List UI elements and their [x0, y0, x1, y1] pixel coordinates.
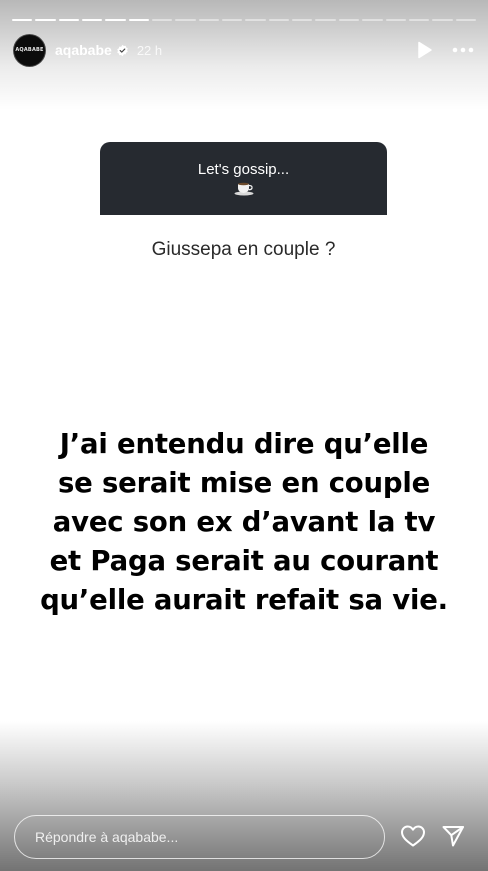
- avatar-logo-text: AQABABE: [15, 47, 44, 53]
- main-text-line: et Paga serait au courant: [49, 545, 439, 577]
- question-sticker: Let's gossip...: [100, 142, 387, 215]
- reply-field[interactable]: [14, 815, 385, 859]
- progress-segment: [222, 19, 243, 21]
- story-main-text: J’ai entendu dire qu’elle se serait mise…: [20, 425, 468, 620]
- story-view[interactable]: AQABABE aqababe 22 h Let's gossip... Giu…: [0, 0, 488, 871]
- verified-badge-icon: [117, 44, 128, 56]
- progress-segment: [58, 19, 80, 21]
- progress-segment: [82, 19, 103, 21]
- progress-segment: [362, 19, 383, 21]
- progress-segment: [35, 19, 56, 21]
- progress-segment: [338, 19, 360, 21]
- send-icon[interactable]: [441, 824, 465, 848]
- progress-segment: [385, 19, 406, 21]
- progress-segment: [152, 19, 173, 21]
- progress-segment: [408, 19, 430, 21]
- progress-segment: [128, 19, 150, 21]
- play-icon[interactable]: [414, 40, 434, 60]
- progress-segment: [245, 19, 266, 21]
- progress-segment: [175, 19, 196, 21]
- more-icon[interactable]: [452, 40, 474, 60]
- main-text-line: se serait mise en couple: [57, 467, 431, 499]
- progress-segment: [198, 19, 220, 21]
- main-text-line: qu’elle aurait refait sa vie.: [40, 584, 448, 616]
- main-text-line: avec son ex d’avant la tv: [52, 506, 436, 538]
- main-text-line: J’ai entendu dire qu’elle: [59, 428, 429, 460]
- sticker-prompt: Let's gossip...: [197, 161, 290, 178]
- reply-input[interactable]: [35, 829, 384, 845]
- progress-segment: [292, 19, 313, 21]
- coffee-cup-icon: [100, 180, 387, 196]
- progress-segment: [12, 19, 33, 21]
- story-header: AQABABE aqababe 22 h: [13, 33, 474, 67]
- username[interactable]: aqababe: [55, 42, 112, 58]
- avatar[interactable]: AQABABE: [13, 33, 46, 67]
- progress-segment: [432, 19, 453, 21]
- progress-segment: [315, 19, 336, 21]
- heart-icon[interactable]: [400, 824, 426, 848]
- progress-segment: [268, 19, 290, 21]
- post-time: 22 h: [136, 42, 163, 58]
- story-progress-bars: [12, 19, 476, 21]
- sticker-answer: Giussepa en couple ?: [151, 239, 336, 260]
- progress-segment: [455, 19, 476, 21]
- progress-segment: [105, 19, 126, 21]
